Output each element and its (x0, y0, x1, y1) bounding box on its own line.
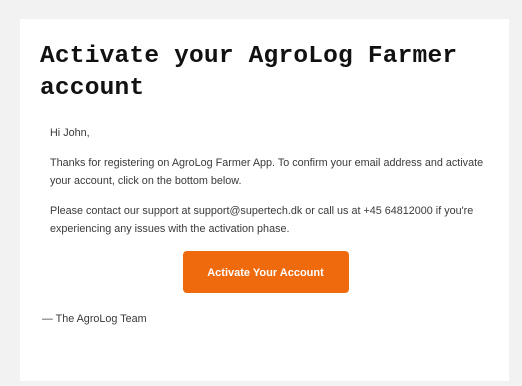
cta-container: Activate Your Account (40, 251, 491, 293)
email-card: Activate your AgroLog Farmer account Hi … (20, 19, 509, 381)
activate-account-button[interactable]: Activate Your Account (182, 251, 349, 293)
greeting-text: Hi John, (50, 127, 90, 139)
support-paragraph: Please contact our support at support@su… (50, 205, 474, 235)
registration-paragraph: Thanks for registering on AgroLog Farmer… (50, 157, 484, 187)
email-title: Activate your AgroLog Farmer account (40, 43, 458, 102)
signature: — The AgroLog Team (42, 313, 147, 325)
